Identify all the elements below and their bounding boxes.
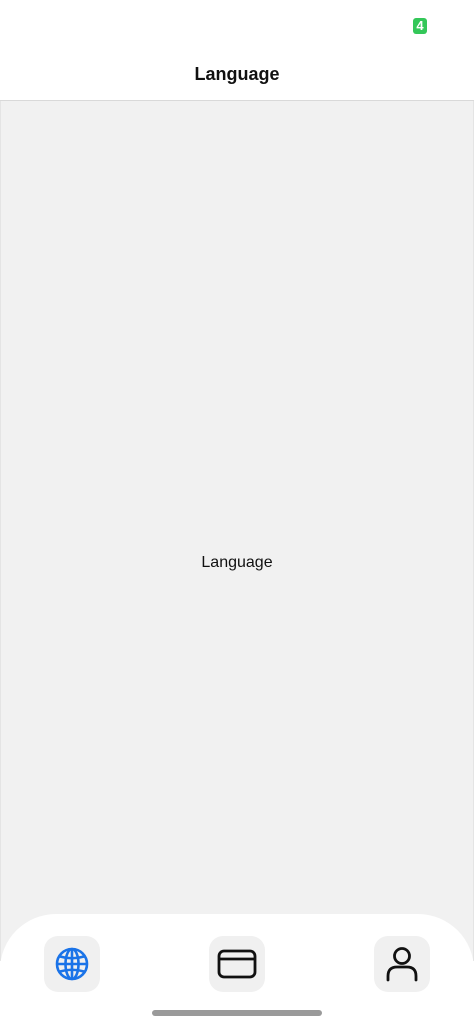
tab-card[interactable]: [209, 936, 265, 992]
home-indicator[interactable]: [152, 1010, 322, 1016]
tab-profile[interactable]: [374, 936, 430, 992]
page-title: Language: [194, 64, 280, 84]
globe-icon: [54, 946, 90, 982]
tab-language[interactable]: [44, 936, 100, 992]
status-bar: 4: [0, 0, 474, 55]
credit-card-icon: [217, 948, 257, 980]
content-label: Language: [201, 554, 273, 571]
tab-bar: [0, 914, 474, 1025]
person-icon: [385, 946, 419, 982]
battery-indicator: 4: [413, 18, 427, 34]
navigation-bar: Language: [0, 55, 474, 101]
main-content: Language: [0, 101, 474, 961]
app-screen: 4 Language Language: [0, 0, 474, 1025]
